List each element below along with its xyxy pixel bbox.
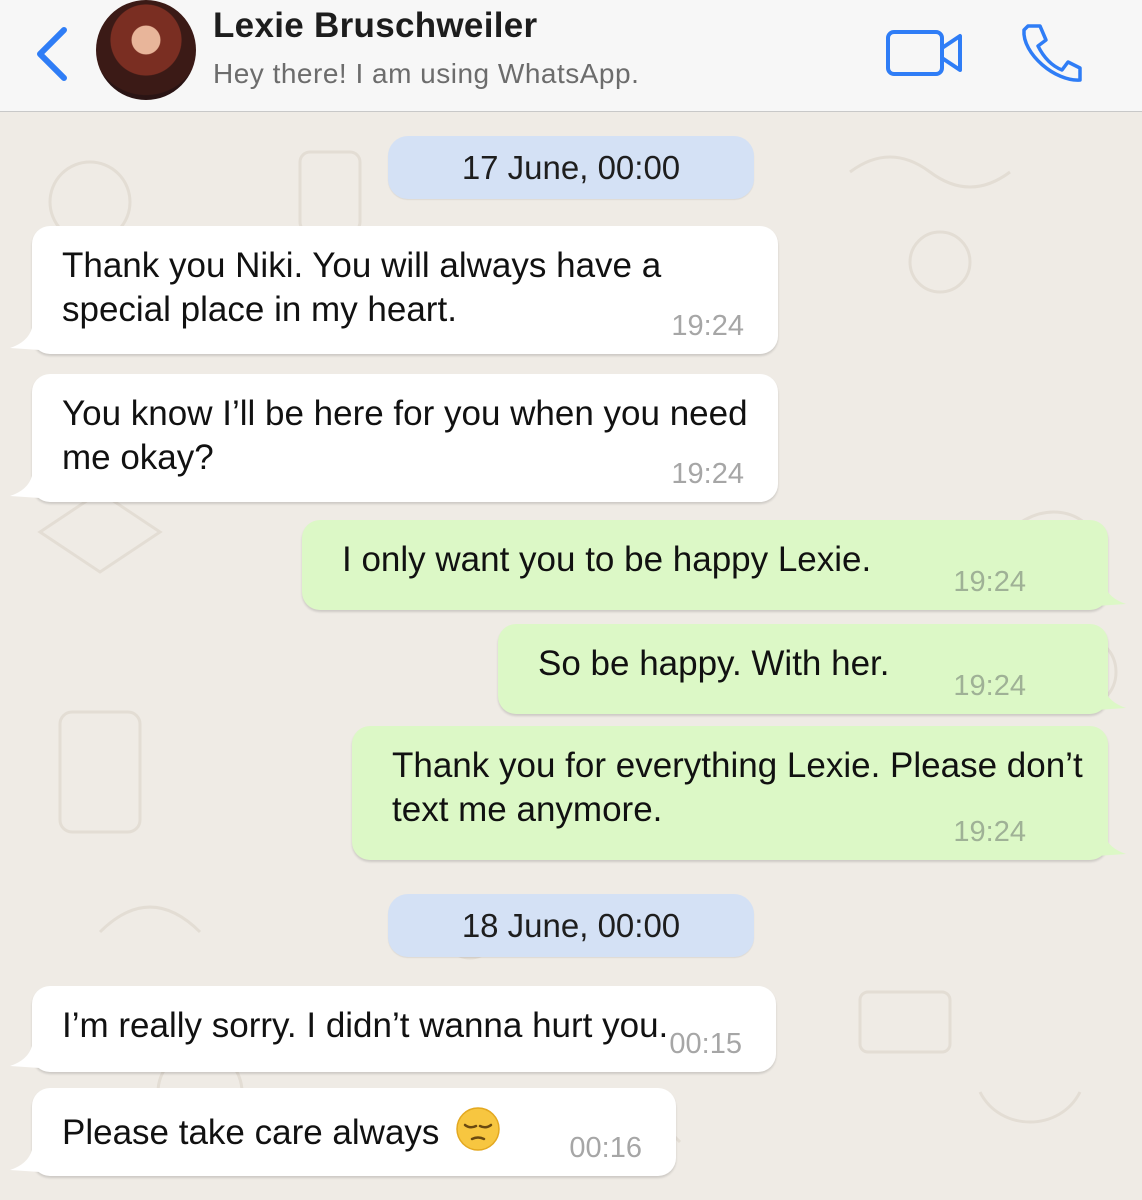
contact-name[interactable]: Lexie Bruschweiler: [213, 6, 537, 46]
phone-call-icon[interactable]: [1016, 22, 1084, 84]
bubble-tail: [10, 1046, 40, 1068]
message-time: 00:16: [569, 1132, 642, 1164]
message-time: 19:24: [953, 566, 1026, 598]
message-text-row: Please take care always: [62, 1106, 652, 1155]
chat-header: Lexie Bruschweiler Hey there! I am using…: [0, 0, 1142, 112]
bubble-tail: [1096, 584, 1126, 606]
message-text: I’m really sorry. I didn’t wanna hurt yo…: [62, 1006, 669, 1045]
contact-status: Hey there! I am using WhatsApp.: [213, 58, 640, 89]
chevron-left-icon[interactable]: [30, 24, 74, 84]
contact-avatar[interactable]: [96, 0, 196, 100]
message-text: Please take care always: [62, 1113, 440, 1152]
message-text: You know I’ll be here for you when you n…: [62, 394, 748, 477]
incoming-message[interactable]: Thank you Niki. You will always have a s…: [10, 226, 778, 354]
video-call-icon[interactable]: [884, 28, 964, 78]
incoming-message[interactable]: Please take care always 00:16: [10, 1088, 676, 1176]
pensive-face-icon: [456, 1107, 500, 1151]
date-separator: 17 June, 00:00: [388, 136, 754, 199]
message-time: 19:24: [953, 670, 1026, 702]
message-text: Thank you Niki. You will always have a s…: [62, 246, 662, 329]
bubble-tail: [1096, 688, 1126, 710]
incoming-message[interactable]: You know I’ll be here for you when you n…: [10, 374, 778, 502]
message-time: 19:24: [671, 310, 744, 342]
message-time: 00:15: [669, 1028, 742, 1060]
incoming-message[interactable]: I’m really sorry. I didn’t wanna hurt yo…: [10, 986, 776, 1072]
outgoing-message[interactable]: So be happy. With her. 19:24: [498, 624, 1126, 714]
bubble-tail: [10, 328, 40, 350]
message-time: 19:24: [953, 816, 1026, 848]
outgoing-message[interactable]: I only want you to be happy Lexie. 19:24: [302, 520, 1126, 610]
bubble-tail: [10, 476, 40, 498]
date-separator: 18 June, 00:00: [388, 894, 754, 957]
bubble-tail: [1096, 834, 1126, 856]
bubble-tail: [10, 1150, 40, 1172]
outgoing-message[interactable]: Thank you for everything Lexie. Please d…: [352, 726, 1126, 860]
message-time: 19:24: [671, 458, 744, 490]
